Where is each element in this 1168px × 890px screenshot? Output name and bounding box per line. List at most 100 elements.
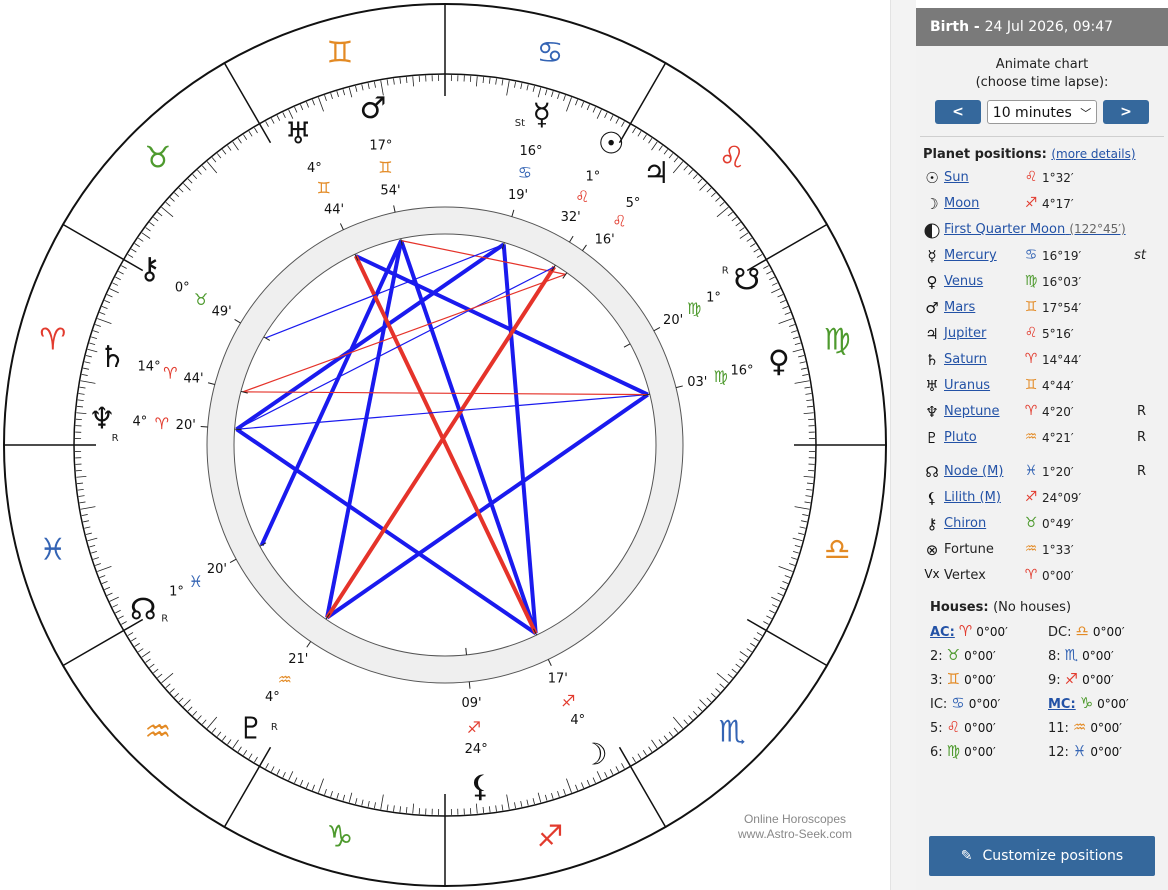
customize-label: Customize positions <box>982 848 1124 864</box>
motion-flag: R <box>1136 464 1146 479</box>
house-sign-icon: ♐ <box>1064 670 1079 688</box>
position-value: 4°20′ <box>1042 405 1074 419</box>
moon-phase-link[interactable]: First Quarter Moon (122°45′) <box>944 222 1126 237</box>
houses-label: Houses: <box>930 600 989 615</box>
time-lapse-select[interactable]: 10 minutes ﹀ <box>987 100 1097 124</box>
node-retro-flag: R <box>161 614 168 625</box>
chiron-minute-label: 49' <box>212 304 232 319</box>
venus-glyph-icon: ♀ <box>926 273 938 291</box>
cancer-sign-icon: ♋ <box>537 35 564 70</box>
planet-name[interactable]: Pluto <box>944 430 977 445</box>
planet-name[interactable]: Node (M) <box>944 464 1003 479</box>
saturn-glyph-icon: ♄ <box>925 351 939 369</box>
house-label: 3: <box>930 673 943 688</box>
planet-positions-label: Planet positions: <box>923 147 1047 162</box>
uranus-minute-label: 44' <box>324 202 344 217</box>
chevron-down-icon: ﹀ <box>1080 107 1092 120</box>
planet-name[interactable]: Lilith (M) <box>944 490 1001 505</box>
watermark-line-1: Online Horoscopes <box>743 812 847 826</box>
planet-name[interactable]: Saturn <box>944 352 987 367</box>
taurus-sign-icon: ♉ <box>144 140 171 175</box>
house-label[interactable]: MC: <box>1048 697 1076 712</box>
planet-row-sun: ☉ Sun ♌ 1°32′ <box>916 166 1168 192</box>
planet-name[interactable]: Sun <box>944 170 969 185</box>
more-details-link[interactable]: (more details) <box>1051 147 1135 161</box>
pluto-retro-flag: R <box>271 722 278 733</box>
houses-grid: AC: ♈ 0°00′ DC: ♎ 0°00′ 2: ♉ 0°00′ 8: ♏ 0°00′ 3: ♊ 0°0… <box>916 619 1168 769</box>
house-label: 8: <box>1048 649 1061 664</box>
lilith-sign-mark-icon: ♐ <box>467 718 481 737</box>
mars-minute-label: 54' <box>380 183 400 198</box>
house-cell: DC: ♎ 0°00′ <box>1048 619 1125 643</box>
house-value: 0°00′ <box>964 649 996 663</box>
house-label[interactable]: AC: <box>930 625 955 640</box>
uranus-glyph-icon: ♅ <box>925 377 939 395</box>
planet-row-mars: ♂ Mars ♊ 17°54′ <box>916 296 1168 322</box>
position-value: 16°19′ <box>1042 249 1082 263</box>
header-label: Birth - <box>930 19 985 35</box>
motion-flag: st <box>1134 248 1146 263</box>
house-sign-icon: ♊ <box>946 670 961 688</box>
planet-name[interactable]: Mercury <box>944 248 997 263</box>
planet-positions-title: Planet positions: (more details) <box>923 147 1168 162</box>
moon-degree-label: 4° <box>570 713 585 728</box>
house-cell: AC: ♈ 0°00′ <box>930 619 1008 643</box>
customize-positions-button[interactable]: ✎ Customize positions <box>929 836 1155 876</box>
moon-planet-icon: ☽ <box>581 737 608 772</box>
sign-icon: ♌ <box>1024 325 1038 341</box>
chiron-degree-label: 0° <box>175 281 190 296</box>
sign-icon: ♊ <box>1024 299 1038 315</box>
house-value: 0°00′ <box>964 673 996 687</box>
panel-header: Birth - 24 Jul 2026, 09:47 <box>916 8 1168 46</box>
planet-name[interactable]: Jupiter <box>944 326 986 341</box>
animate-controls: < 10 minutes ﹀ > <box>916 100 1168 124</box>
mercury-retro-flag: St <box>515 118 525 129</box>
mars-degree-label: 17° <box>369 138 392 153</box>
house-cell: MC: ♑ 0°00′ <box>1048 691 1129 715</box>
house-cell: 8: ♏ 0°00′ <box>1048 643 1114 667</box>
neptune-inner-tick <box>234 428 242 431</box>
house-value: 0°00′ <box>1097 697 1129 711</box>
pluto-glyph-icon: ♇ <box>925 429 939 447</box>
house-label: 11: <box>1048 721 1069 736</box>
jupiter-sign-mark-icon: ♌ <box>612 211 626 230</box>
planet-name: Fortune <box>944 542 994 557</box>
prev-time-button[interactable]: < <box>935 100 981 124</box>
planet-name[interactable]: Uranus <box>944 378 990 393</box>
watermark-line-2: www.Astro-Seek.com <box>737 827 853 841</box>
house-sign-icon: ♑ <box>1079 694 1094 712</box>
neptune-glyph-icon: ♆ <box>925 403 939 421</box>
planet-name[interactable]: Neptune <box>944 404 1000 419</box>
house-cell: 12: ♓ 0°00′ <box>1048 739 1122 763</box>
planet-list-primary: ☉ Sun ♌ 1°32′ ☽ Moon ♐ 4°17′ <box>916 166 1168 218</box>
uranus-planet-icon: ♅ <box>285 116 312 151</box>
planet-list-secondary: ☿ Mercury ♋ 16°19′ st ♀ Venus ♍ 16°03′ ♂ Mars ♊ 17°5… <box>916 244 1168 452</box>
house-cell: IC: ♋ 0°00′ <box>930 691 1000 715</box>
sun-planet-icon: ☉ <box>598 126 625 161</box>
houses-title: Houses: (No houses) <box>930 600 1168 615</box>
sign-icon: ♐ <box>1024 489 1038 505</box>
sign-icon: ♊ <box>1024 377 1038 393</box>
houses-note: (No houses) <box>993 600 1072 615</box>
saturn-degree-label: 14° <box>138 360 161 375</box>
aries-sign-icon: ♈ <box>39 322 66 357</box>
pisces-sign-icon: ♓ <box>39 533 66 568</box>
scorpio-sign-icon: ♏ <box>719 715 746 750</box>
planet-row-vertex: Vx Vertex ♈ 0°00′ <box>916 564 1168 590</box>
south-node-sign-mark-icon: ♍ <box>687 299 701 318</box>
position-value: 24°09′ <box>1042 491 1082 505</box>
planet-name[interactable]: Chiron <box>944 516 986 531</box>
planet-name[interactable]: Moon <box>944 196 979 211</box>
next-time-button[interactable]: > <box>1103 100 1149 124</box>
house-label: 2: <box>930 649 943 664</box>
vertex-glyph-icon: Vx <box>924 567 940 581</box>
house-label: 9: <box>1048 673 1061 688</box>
mars-planet-icon: ♂ <box>359 91 386 126</box>
lilith-degree-label: 24° <box>465 742 488 757</box>
planet-name[interactable]: Venus <box>944 274 983 289</box>
sign-icon: ♍ <box>1024 273 1038 289</box>
position-value: 14°44′ <box>1042 353 1082 367</box>
mercury-degree-label: 16° <box>519 144 542 159</box>
position-value: 0°49′ <box>1042 517 1074 531</box>
planet-name[interactable]: Mars <box>944 300 975 315</box>
